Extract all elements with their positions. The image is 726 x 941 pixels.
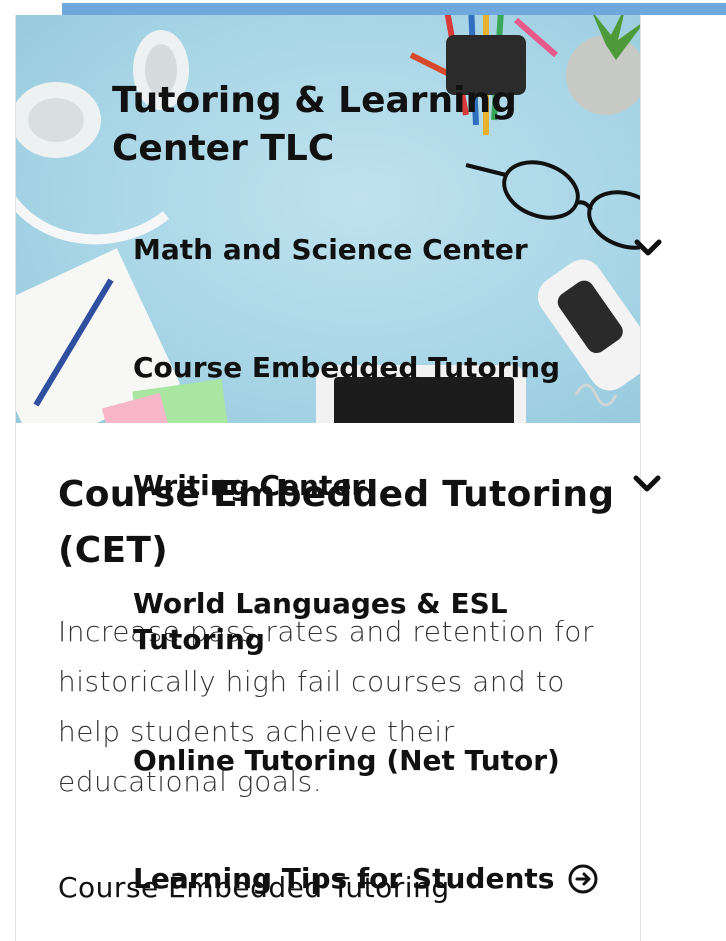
menu-item-course-embedded[interactable]: Course Embedded Tutoring: [133, 350, 560, 386]
menu-item-writing-center[interactable]: Writing Center: [133, 468, 365, 504]
site-title[interactable]: Tutoring & Learning Center TLC: [112, 77, 542, 173]
top-accent-bar: [62, 3, 726, 15]
menu-item-world-languages[interactable]: World Languages & ESL Tutoring: [133, 586, 563, 658]
plant-graphic: [566, 15, 640, 115]
menu-item-online-tutoring[interactable]: Online Tutoring (Net Tutor): [133, 743, 560, 779]
menu-item-learning-tips[interactable]: Learning Tips for Students: [133, 861, 554, 897]
menu-item-math-science[interactable]: Math and Science Center: [133, 232, 528, 268]
arrow-circle-right-icon[interactable]: [568, 864, 598, 894]
chevron-down-icon[interactable]: [632, 474, 662, 494]
chevron-down-icon[interactable]: [633, 238, 663, 258]
